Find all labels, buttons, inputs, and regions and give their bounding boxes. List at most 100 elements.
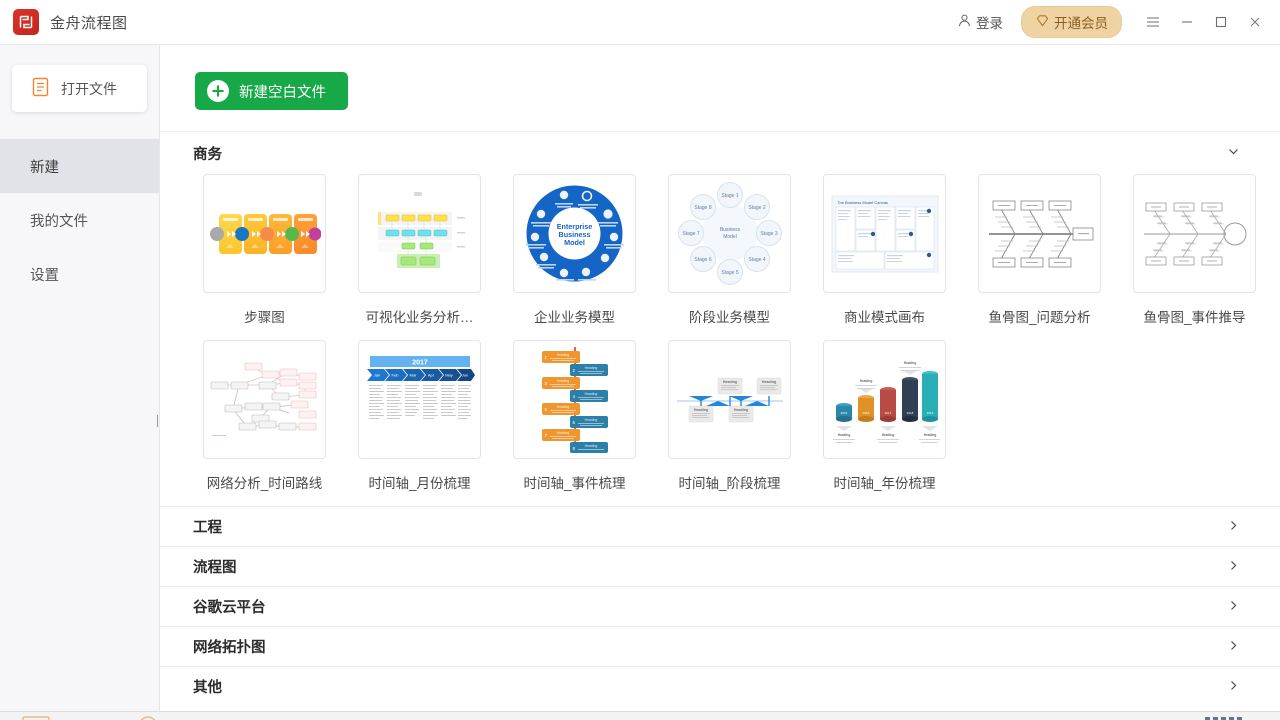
section-header-engineering[interactable]: 工程: [160, 506, 1280, 546]
chevron-down-icon: [1227, 145, 1240, 161]
svg-text:Model: Model: [564, 238, 585, 247]
template-card[interactable]: 网络分析_时间路线: [187, 340, 342, 492]
close-icon[interactable]: [1238, 0, 1272, 45]
template-label: 时间轴_月份梳理: [342, 472, 497, 492]
maximize-icon[interactable]: [1204, 0, 1238, 45]
template-label: 鱼骨图_问题分析: [962, 306, 1117, 326]
sidebar: 打开文件 新建 我的文件 设置: [0, 45, 160, 720]
new-blank-file-button[interactable]: 新建空白文件: [195, 72, 348, 110]
upgrade-vip-button[interactable]: 开通会员: [1021, 6, 1122, 38]
login-button[interactable]: 登录: [951, 8, 1009, 36]
template-thumbnail: Enterprise Business Model: [513, 174, 636, 293]
open-file-button[interactable]: 打开文件: [12, 65, 147, 112]
svg-text:Heading: Heading: [556, 353, 569, 357]
template-card[interactable]: The Business Model Canvas: [807, 174, 962, 326]
section-title: 谷歌云平台: [193, 596, 266, 617]
main-content: 新建空白文件 商务: [160, 45, 1280, 720]
vip-label: 开通会员: [1054, 12, 1108, 32]
svg-text:2019: 2019: [926, 411, 933, 415]
template-card[interactable]: Stage 1Stage 2 Stage 3Stage 4 Stage 5Sta…: [652, 174, 807, 326]
section-title: 工程: [193, 516, 222, 537]
chevron-right-icon: [1227, 519, 1240, 535]
template-thumbnail: [978, 174, 1101, 293]
svg-text:Heading: Heading: [733, 408, 747, 412]
section-header-business[interactable]: 商务: [160, 132, 1280, 174]
os-taskbar: [0, 711, 1280, 720]
taskbar-icon: [138, 716, 158, 720]
svg-text:2015: 2015: [840, 411, 847, 415]
svg-text:Heading: Heading: [584, 418, 597, 422]
template-card[interactable]: 12 34 56 78 HeadingHeading HeadingHeadin…: [497, 340, 652, 492]
svg-text:2017: 2017: [412, 359, 428, 366]
template-thumbnail: [358, 174, 481, 293]
template-scroll-area[interactable]: 商务: [160, 132, 1280, 720]
minimize-icon[interactable]: [1170, 0, 1204, 45]
template-card[interactable]: 201520162017 20182019 HeadingHeadingHead…: [807, 340, 962, 492]
svg-text:2017: 2017: [884, 411, 891, 415]
template-thumbnail: 12 34 56 78 HeadingHeading HeadingHeadin…: [513, 340, 636, 459]
template-card[interactable]: 鱼骨图_事件推导: [1117, 174, 1272, 326]
chevron-right-icon: [1227, 639, 1240, 655]
template-label: 阶段业务模型: [652, 306, 807, 326]
taskbar-icon: [1205, 716, 1245, 720]
svg-text:Heading: Heading: [556, 431, 569, 435]
section-header-google-cloud[interactable]: 谷歌云平台: [160, 586, 1280, 626]
svg-text:Heading: Heading: [584, 366, 597, 370]
svg-text:Heading: Heading: [859, 379, 872, 383]
user-icon: [957, 13, 972, 31]
section-header-other[interactable]: 其他: [160, 666, 1280, 706]
main-body: 打开文件 新建 我的文件 设置: [0, 45, 1280, 720]
app-title: 金舟流程图: [50, 12, 128, 33]
sidebar-item-label: 设置: [30, 264, 59, 285]
svg-text:The Business Model Canvas: The Business Model Canvas: [837, 200, 888, 205]
svg-text:Stage 6: Stage 6: [694, 257, 711, 263]
template-card[interactable]: 步骤图: [187, 174, 342, 326]
template-thumbnail: [203, 174, 326, 293]
sidebar-item-label: 我的文件: [30, 210, 88, 231]
svg-text:May: May: [445, 372, 453, 377]
svg-text:Heading: Heading: [556, 405, 569, 409]
application-window: 金舟流程图 登录 开通会员: [0, 0, 1280, 720]
sidebar-item-settings[interactable]: 设置: [0, 247, 159, 301]
template-label: 时间轴_事件梳理: [497, 472, 652, 492]
svg-text:Heading: Heading: [584, 444, 597, 448]
chevron-right-icon: [1227, 559, 1240, 575]
svg-text:Stage 4: Stage 4: [748, 257, 765, 263]
svg-text:Stage 1: Stage 1: [721, 193, 738, 199]
sidebar-item-new[interactable]: 新建: [0, 139, 159, 193]
svg-text:Stage 5: Stage 5: [721, 270, 738, 276]
section-title: 流程图: [193, 556, 237, 577]
hamburger-menu-icon[interactable]: [1136, 0, 1170, 45]
svg-text:Heading: Heading: [584, 392, 597, 396]
template-grid: 步骤图: [160, 174, 1280, 506]
section-title: 网络拓扑图: [193, 636, 266, 657]
svg-text:Heading: Heading: [556, 379, 569, 383]
template-card[interactable]: Enterprise Business Model 企业业务模型: [497, 174, 652, 326]
template-thumbnail: [1133, 174, 1256, 293]
svg-text:Stage 2: Stage 2: [748, 205, 765, 211]
chevron-right-icon: [1227, 599, 1240, 615]
svg-text:Apr: Apr: [427, 372, 434, 377]
sidebar-item-label: 新建: [30, 156, 59, 177]
template-thumbnail: Stage 1Stage 2 Stage 3Stage 4 Stage 5Sta…: [668, 174, 791, 293]
app-logo-icon: [13, 9, 39, 35]
svg-text:Heading: Heading: [881, 433, 894, 437]
content-toolbar: 新建空白文件: [160, 45, 1280, 132]
taskbar-icon: [22, 716, 50, 720]
section-header-flowchart[interactable]: 流程图: [160, 546, 1280, 586]
template-card[interactable]: HeadingHeading HeadingHeading: [652, 340, 807, 492]
open-file-label: 打开文件: [61, 79, 117, 99]
template-thumbnail: HeadingHeading HeadingHeading: [668, 340, 791, 459]
template-label: 商业模式画布: [807, 306, 962, 326]
sidebar-item-my-files[interactable]: 我的文件: [0, 193, 159, 247]
section-header-network-topology[interactable]: 网络拓扑图: [160, 626, 1280, 666]
login-label: 登录: [976, 12, 1003, 32]
template-label: 时间轴_年份梳理: [807, 472, 962, 492]
svg-text:Heading: Heading: [837, 433, 850, 437]
template-label: 网络分析_时间路线: [187, 472, 342, 492]
svg-text:Business: Business: [719, 227, 740, 233]
template-card[interactable]: 2017 JanFebMar: [342, 340, 497, 492]
template-card[interactable]: 可视化业务分析…: [342, 174, 497, 326]
svg-text:Heading: Heading: [903, 361, 916, 365]
template-card[interactable]: 鱼骨图_问题分析: [962, 174, 1117, 326]
